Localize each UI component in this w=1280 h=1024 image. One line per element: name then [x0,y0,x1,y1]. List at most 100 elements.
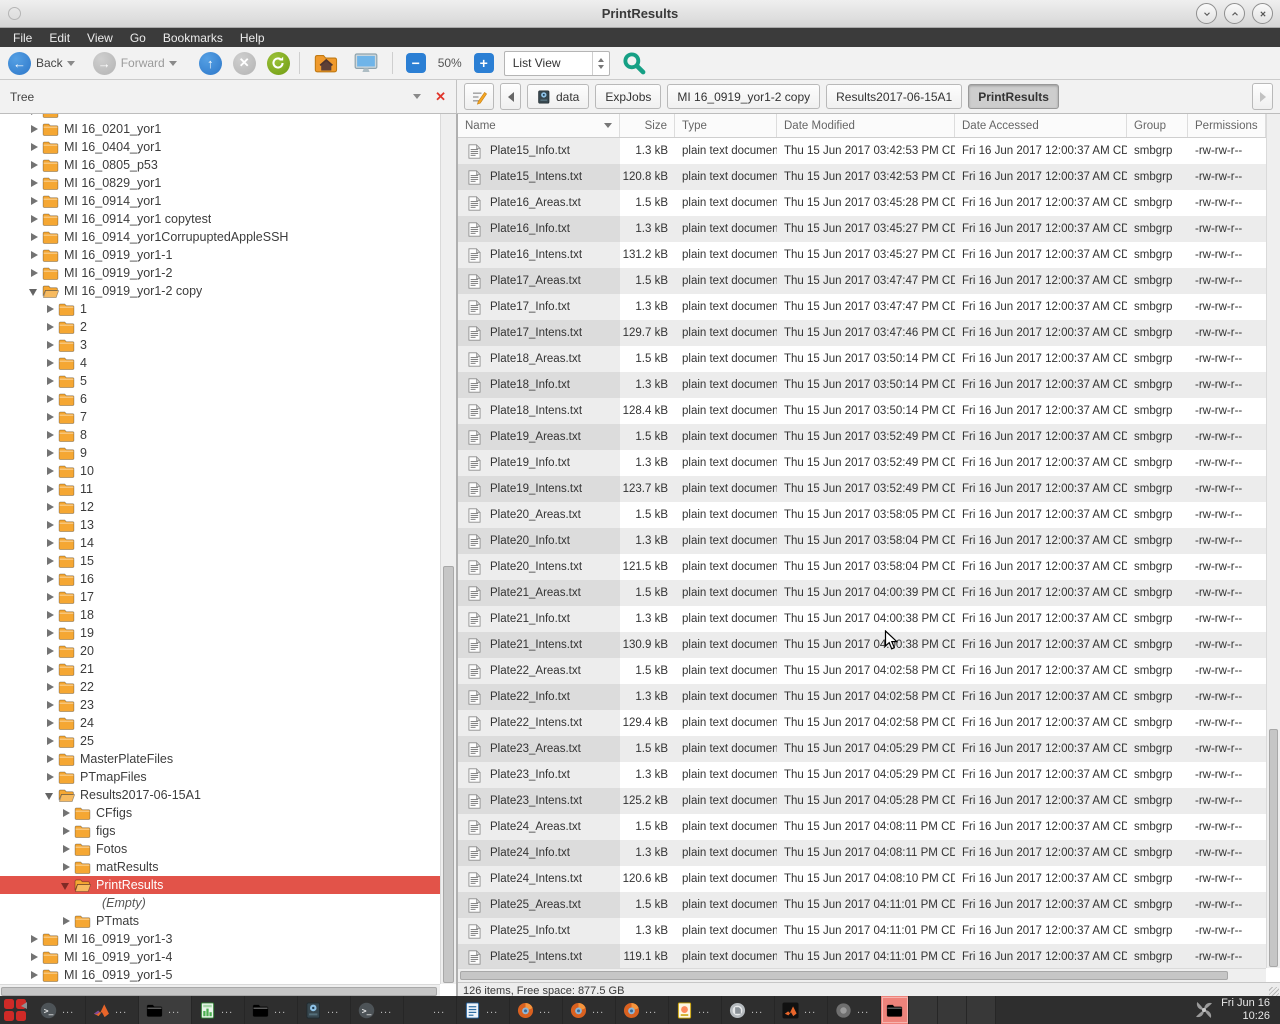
expand-expander-icon[interactable] [28,231,40,243]
file-row-plate25-areas-txt[interactable]: Plate25_Areas.txt1.5 kBplain text docume… [458,892,1266,918]
column-header-name[interactable]: Name [458,114,620,137]
expand-expander-icon[interactable] [60,843,72,855]
expand-expander-icon[interactable] [28,195,40,207]
tree-item-mi-16-0914-yor1corrupuptedapplessh[interactable]: MI 16_0914_yor1CorrupuptedAppleSSH [0,228,440,246]
expand-expander-icon[interactable] [44,375,56,387]
taskbar-window-firefox[interactable]: ... [616,996,669,1024]
tree-item-19[interactable]: 19 [0,624,440,642]
back-dropdown-icon[interactable] [67,61,75,66]
taskbar-window-writer[interactable]: ... [457,996,510,1024]
breadcrumb-printresults[interactable]: PrintResults [968,84,1059,109]
file-row-plate25-intens-txt[interactable]: Plate25_Intens.txt119.1 kBplain text doc… [458,944,1266,968]
taskbar-window-folder[interactable]: ... [245,996,298,1024]
expand-expander-icon[interactable] [28,213,40,225]
menu-go[interactable]: Go [126,31,150,45]
tree-item-20[interactable]: 20 [0,642,440,660]
tree-item-printresults[interactable]: PrintResults [0,876,440,894]
file-row-plate15-intens-txt[interactable]: Plate15_Intens.txt120.8 kBplain text doc… [458,164,1266,190]
forward-label[interactable]: Forward [121,56,165,70]
file-row-plate16-areas-txt[interactable]: Plate16_Areas.txt1.5 kBplain text docume… [458,190,1266,216]
tree-item-18[interactable]: 18 [0,606,440,624]
expand-expander-icon[interactable] [28,933,40,945]
expand-expander-icon[interactable] [60,825,72,837]
taskbar-window-matlab-dark[interactable]: ... [775,996,828,1024]
column-header-group[interactable]: Group [1127,114,1188,137]
list-vertical-scrollbar-thumb[interactable] [1269,729,1278,967]
column-header-type[interactable]: Type [675,114,777,137]
file-row-plate18-areas-txt[interactable]: Plate18_Areas.txt1.5 kBplain text docume… [458,346,1266,372]
taskbar-window-terminal[interactable]: ... [33,996,86,1024]
taskbar-window-impress[interactable]: ... [669,996,722,1024]
menu-edit[interactable]: Edit [45,31,74,45]
titlebar[interactable]: PrintResults [0,0,1280,28]
file-row-plate17-info-txt[interactable]: Plate17_Info.txt1.3 kBplain text documen… [458,294,1266,320]
expand-expander-icon[interactable] [28,177,40,189]
stop-button[interactable]: ✕ [233,52,256,75]
back-label[interactable]: Back [36,56,63,70]
tree-item-9[interactable]: 9 [0,444,440,462]
maximize-button[interactable] [1224,3,1245,24]
expand-expander-icon[interactable] [44,321,56,333]
taskbar-window-matlab[interactable]: ... [86,996,139,1024]
breadcrumb-data[interactable]: data [527,84,589,109]
tree-item-1[interactable]: 1 [0,300,440,318]
file-row-plate18-intens-txt[interactable]: Plate18_Intens.txt128.4 kBplain text doc… [458,398,1266,424]
back-button[interactable]: ← [8,52,31,75]
edit-location-button[interactable] [464,83,494,110]
computer-button[interactable] [354,52,378,74]
expand-expander-icon[interactable] [60,861,72,873]
file-row-plate25-info-txt[interactable]: Plate25_Info.txt1.3 kBplain text documen… [458,918,1266,944]
tree-item-results2017-06-15a1[interactable]: Results2017-06-15A1 [0,786,440,804]
expand-expander-icon[interactable] [44,753,56,765]
breadcrumb-scroll-right-button[interactable] [1252,83,1273,110]
file-row-plate19-areas-txt[interactable]: Plate19_Areas.txt1.5 kBplain text docume… [458,424,1266,450]
file-row-plate20-info-txt[interactable]: Plate20_Info.txt1.3 kBplain text documen… [458,528,1266,554]
expand-expander-icon[interactable] [44,411,56,423]
tree-item-16[interactable]: 16 [0,570,440,588]
menu-file[interactable]: File [9,31,36,45]
expand-expander-icon[interactable] [44,537,56,549]
zoom-out-button[interactable]: − [406,53,426,73]
collapse-expander-icon[interactable] [28,285,40,297]
expand-expander-icon[interactable] [44,627,56,639]
close-button[interactable] [1252,3,1273,24]
tree-horizontal-scrollbar-thumb[interactable] [1,987,437,996]
tree-item-17[interactable]: 17 [0,588,440,606]
tree-vertical-scrollbar[interactable] [440,114,456,984]
tree-item-fotos[interactable]: Fotos [0,840,440,858]
taskbar-window-folder-brown[interactable]: ... [404,996,457,1024]
expand-expander-icon[interactable] [44,573,56,585]
expand-expander-icon[interactable] [28,123,40,135]
file-row-plate16-info-txt[interactable]: Plate16_Info.txt1.3 kBplain text documen… [458,216,1266,242]
view-mode-spinner[interactable] [592,52,609,75]
file-row-plate23-intens-txt[interactable]: Plate23_Intens.txt125.2 kBplain text doc… [458,788,1266,814]
up-button[interactable]: ↑ [199,52,222,75]
forward-button[interactable]: → [93,52,116,75]
side-pane-title[interactable]: Tree [10,90,34,104]
file-row-plate16-intens-txt[interactable]: Plate16_Intens.txt131.2 kBplain text doc… [458,242,1266,268]
tree-item-ptmats[interactable]: PTmats [0,912,440,930]
file-row-plate22-areas-txt[interactable]: Plate22_Areas.txt1.5 kBplain text docume… [458,658,1266,684]
file-row-plate19-info-txt[interactable]: Plate19_Info.txt1.3 kBplain text documen… [458,450,1266,476]
file-row-plate17-intens-txt[interactable]: Plate17_Intens.txt129.7 kBplain text doc… [458,320,1266,346]
file-row-plate23-areas-txt[interactable]: Plate23_Areas.txt1.5 kBplain text docume… [458,736,1266,762]
expand-expander-icon[interactable] [60,915,72,927]
file-row-plate15-info-txt[interactable]: Plate15_Info.txt1.3 kBplain text documen… [458,138,1266,164]
expand-expander-icon[interactable] [44,429,56,441]
tree-vertical-scrollbar-thumb[interactable] [443,566,454,983]
taskbar-window-folder[interactable]: ... [139,996,192,1024]
taskbar-window-drive[interactable]: ... [298,996,351,1024]
tree-item-mi-16-0919-yor1-2[interactable]: MI 16_0919_yor1-2 [0,264,440,282]
tree-item-2[interactable]: 2 [0,318,440,336]
tree-item-23[interactable]: 23 [0,696,440,714]
tree-item-12[interactable]: 12 [0,498,440,516]
file-row-plate21-info-txt[interactable]: Plate21_Info.txt1.3 kBplain text documen… [458,606,1266,632]
taskbar-window-folder[interactable] [881,996,909,1024]
file-row-plate20-intens-txt[interactable]: Plate20_Intens.txt121.5 kBplain text doc… [458,554,1266,580]
menu-help[interactable]: Help [236,31,269,45]
expand-expander-icon[interactable] [28,141,40,153]
tree-item-4[interactable]: 4 [0,354,440,372]
expand-expander-icon[interactable] [44,771,56,783]
expand-expander-icon[interactable] [44,339,56,351]
expand-expander-icon[interactable] [44,483,56,495]
